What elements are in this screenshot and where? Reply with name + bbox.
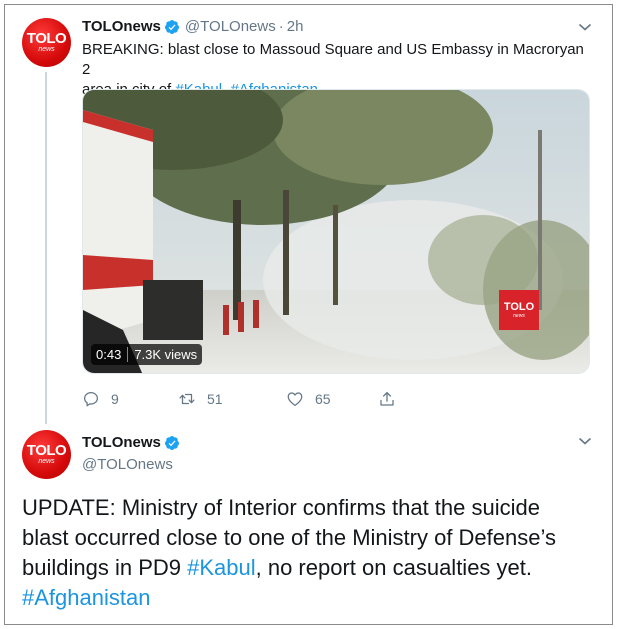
tweet-text-line: #Afghanistan [22,583,602,613]
verified-badge-icon [164,19,179,34]
reply-button[interactable]: 9 [82,390,178,408]
display-name[interactable]: TOLOnews [82,434,161,451]
tweet-text: UPDATE: Ministry of Interior confirms th… [22,493,602,613]
like-button[interactable]: 65 [286,390,378,408]
video-duration: 0:43 [96,347,122,362]
chevron-down-icon[interactable] [578,22,592,32]
retweet-icon [179,393,195,405]
verified-badge-icon [164,435,179,450]
video-views: 7.3K views [134,347,198,362]
display-name[interactable]: TOLOnews [82,18,161,35]
reply-count: 9 [111,391,119,407]
separator-dot: · [278,18,284,35]
avatar[interactable]: TOLO news [22,18,71,67]
video-frame-image [83,90,589,373]
timestamp[interactable]: 2h [287,18,304,35]
retweet-button[interactable]: 51 [178,390,286,408]
hashtag-link[interactable]: #Kabul [187,555,256,580]
tweet-text-line: BREAKING: blast close to Massoud Square … [82,41,584,78]
thread-connector-line [45,72,47,424]
handle[interactable]: @TOLOnews [82,456,173,473]
hashtag-link[interactable]: #Afghanistan [22,585,150,610]
heart-icon [287,392,303,407]
handle[interactable]: @TOLOnews [185,18,276,35]
tweet-header: TOLOnews [82,434,180,451]
avatar-logo-subtext: news [38,457,55,465]
tweet-text-line: buildings in PD9 #Kabul, no report on ca… [22,555,532,580]
tweet-header: TOLOnews @TOLOnews · 2h [82,18,303,35]
tweet-text-line: blast occurred close to one of the Minis… [22,525,556,550]
video-stats-badge: 0:43 7.3K views [91,344,203,365]
like-count: 65 [315,391,331,407]
share-icon [380,391,394,406]
handle-row: @TOLOnews [82,456,173,473]
retweet-count: 51 [207,391,223,407]
tweet-text-line: UPDATE: Ministry of Interior confirms th… [22,495,540,520]
avatar-logo-text: TOLO [26,29,67,47]
chevron-down-icon[interactable] [578,436,592,446]
avatar-logo-subtext: news [38,45,55,53]
avatar-logo-text: TOLO [26,441,67,459]
avatar[interactable]: TOLO news [22,430,71,479]
channel-watermark: TOLO news [499,290,539,330]
video-player[interactable]: TOLO news 0:43 7.3K views [82,89,590,374]
share-button[interactable] [378,390,407,408]
tweet-actions: 9 51 65 [82,390,407,408]
reply-icon [83,391,99,407]
